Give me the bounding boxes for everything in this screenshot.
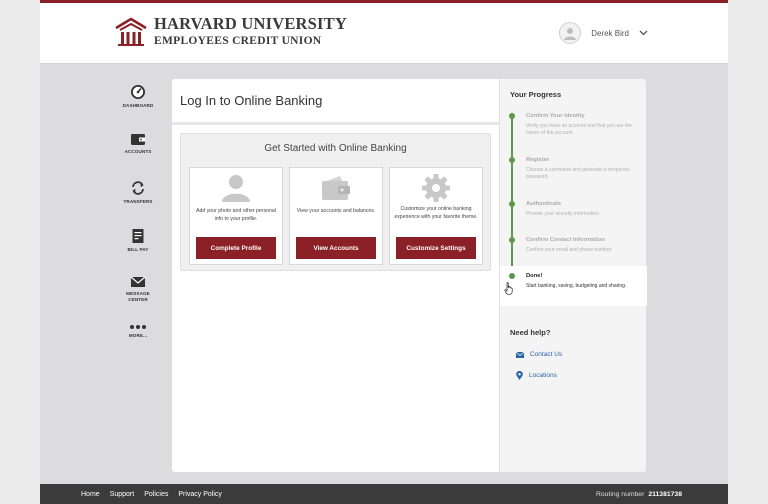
- progress-step-1: Confirm Your Identity Verify you have an…: [500, 109, 647, 149]
- brand-name-line2: EMPLOYEES CREDIT UNION: [154, 34, 322, 47]
- app-window: HARVARD UNIVERSITY EMPLOYEES CREDIT UNIO…: [40, 0, 728, 504]
- sidebar-item-transfers[interactable]: TRANSFERS: [108, 180, 168, 228]
- sidebar-label-accounts: ACCOUNTS: [124, 149, 152, 154]
- sidebar-item-bill-pay[interactable]: BILL PAY: [108, 228, 168, 276]
- sidebar-item-message-center[interactable]: MESSAGE CENTER: [108, 276, 168, 324]
- sidebar-item-more[interactable]: MORE...: [108, 324, 168, 372]
- step-complete-icon: [509, 157, 515, 163]
- progress-step-5: Done! Start banking, saving, budgeting a…: [500, 266, 647, 306]
- divider: [172, 122, 499, 125]
- contact-us-label: Contact Us: [530, 351, 563, 358]
- bill-icon: [132, 229, 144, 243]
- locations-label: Locations: [529, 372, 557, 379]
- step-title: Authenticate: [526, 201, 562, 207]
- progress-step-3: Authenticate Provide your security infor…: [500, 198, 647, 228]
- accounts-card-description: View your accounts and balances.: [296, 208, 376, 214]
- user-name: Derek Bird: [591, 28, 629, 38]
- transfer-icon: [132, 181, 144, 195]
- get-started-panel: Get Started with Online Banking Add your…: [180, 133, 491, 271]
- progress-title: Your Progress: [510, 90, 562, 99]
- profile-card-description: Add your photo and other personal info t…: [196, 208, 276, 222]
- get-started-title: Get Started with Online Banking: [264, 143, 407, 154]
- dashboard-icon: [131, 85, 145, 99]
- sidebar-label-dashboard: DASHBOARD: [122, 103, 154, 108]
- brand-logo[interactable]: HARVARD UNIVERSITY EMPLOYEES CREDIT UNIO…: [114, 14, 347, 47]
- view-accounts-button[interactable]: View Accounts: [296, 237, 376, 259]
- locations-link[interactable]: Locations: [516, 371, 557, 380]
- brand-name-line1: HARVARD UNIVERSITY: [154, 14, 347, 33]
- step-description: Provide your security information: [526, 211, 599, 217]
- envelope-icon: [516, 351, 524, 358]
- sidebar-label-transfers: TRANSFERS: [123, 199, 153, 204]
- hand-pointer-cursor-icon: [504, 282, 513, 295]
- settings-card: Customize your online banking experience…: [389, 167, 483, 265]
- user-menu[interactable]: Derek Bird: [559, 22, 648, 44]
- contact-us-link[interactable]: Contact Us: [516, 351, 562, 358]
- footer-links: Home Support Policies Privacy Policy: [81, 484, 232, 504]
- routing-number: 211381738: [648, 490, 682, 498]
- screen-frame: HARVARD UNIVERSITY EMPLOYEES CREDIT UNIO…: [0, 0, 768, 504]
- footer-link-policies[interactable]: Policies: [144, 491, 168, 498]
- step-title: Done!: [526, 273, 543, 279]
- step-description: Start banking, saving, budgeting and sha…: [526, 283, 627, 289]
- step-description: Confirm your email and phone number.: [526, 247, 613, 253]
- step-description: Choose a username and generate a tempora…: [526, 167, 630, 181]
- wallet-icon: [322, 176, 350, 200]
- footer: Home Support Policies Privacy Policy Rou…: [40, 484, 728, 504]
- sidebar-item-dashboard[interactable]: DASHBOARD: [108, 84, 168, 132]
- sidebar-item-accounts[interactable]: ACCOUNTS: [108, 132, 168, 180]
- sidebar-nav: DASHBOARD ACCOUNTS TRANSFERS BILL PAY ME…: [108, 84, 168, 372]
- step-current-icon: [509, 273, 515, 279]
- sidebar-label-bill-pay: BILL PAY: [127, 247, 149, 252]
- wallet-icon: [131, 134, 145, 145]
- footer-link-home[interactable]: Home: [81, 491, 100, 498]
- settings-card-description: Customize your online banking experience…: [394, 206, 478, 220]
- gear-icon: [422, 174, 450, 202]
- header: HARVARD UNIVERSITY EMPLOYEES CREDIT UNIO…: [40, 3, 728, 64]
- step-title: Register: [526, 157, 550, 163]
- more-icon: [130, 325, 146, 329]
- profile-card: Add your photo and other personal info t…: [189, 167, 283, 265]
- step-complete-icon: [509, 237, 515, 243]
- customize-settings-button[interactable]: Customize Settings: [396, 237, 476, 259]
- step-description: Verify you have an account and that you …: [526, 123, 632, 137]
- help-title: Need help?: [510, 328, 551, 337]
- envelope-icon: [130, 276, 146, 287]
- progress-step-2: Register Choose a username and generate …: [500, 154, 647, 189]
- footer-link-privacy-policy[interactable]: Privacy Policy: [178, 491, 222, 498]
- footer-link-support[interactable]: Support: [110, 491, 135, 498]
- avatar: [559, 22, 582, 44]
- map-pin-icon: [516, 371, 523, 380]
- sidebar-label-more: MORE...: [128, 333, 148, 338]
- progress-step-4: Confirm Contact Information Confirm your…: [500, 234, 647, 264]
- accounts-card: View your accounts and balances. View Ac…: [289, 167, 383, 265]
- chevron-down-icon[interactable]: [639, 30, 648, 36]
- person-icon: [222, 175, 250, 202]
- routing-label: Routing number: [595, 490, 645, 498]
- progress-panel: Your Progress Confirm Your Identity Veri…: [499, 79, 647, 472]
- step-complete-icon: [509, 201, 515, 207]
- building-logo-icon: [115, 16, 147, 46]
- routing-info: Routing number 211381738: [596, 484, 682, 504]
- user-icon: [564, 28, 577, 40]
- main-panel: Log In to Online Banking Get Started wit…: [172, 79, 499, 472]
- step-title: Confirm Contact Information: [526, 237, 605, 243]
- complete-profile-button[interactable]: Complete Profile: [196, 237, 276, 259]
- page-title: Log In to Online Banking: [180, 93, 323, 108]
- sidebar-label-center: CENTER: [128, 296, 148, 302]
- step-title: Confirm Your Identity: [526, 113, 585, 119]
- step-complete-icon: [509, 113, 515, 119]
